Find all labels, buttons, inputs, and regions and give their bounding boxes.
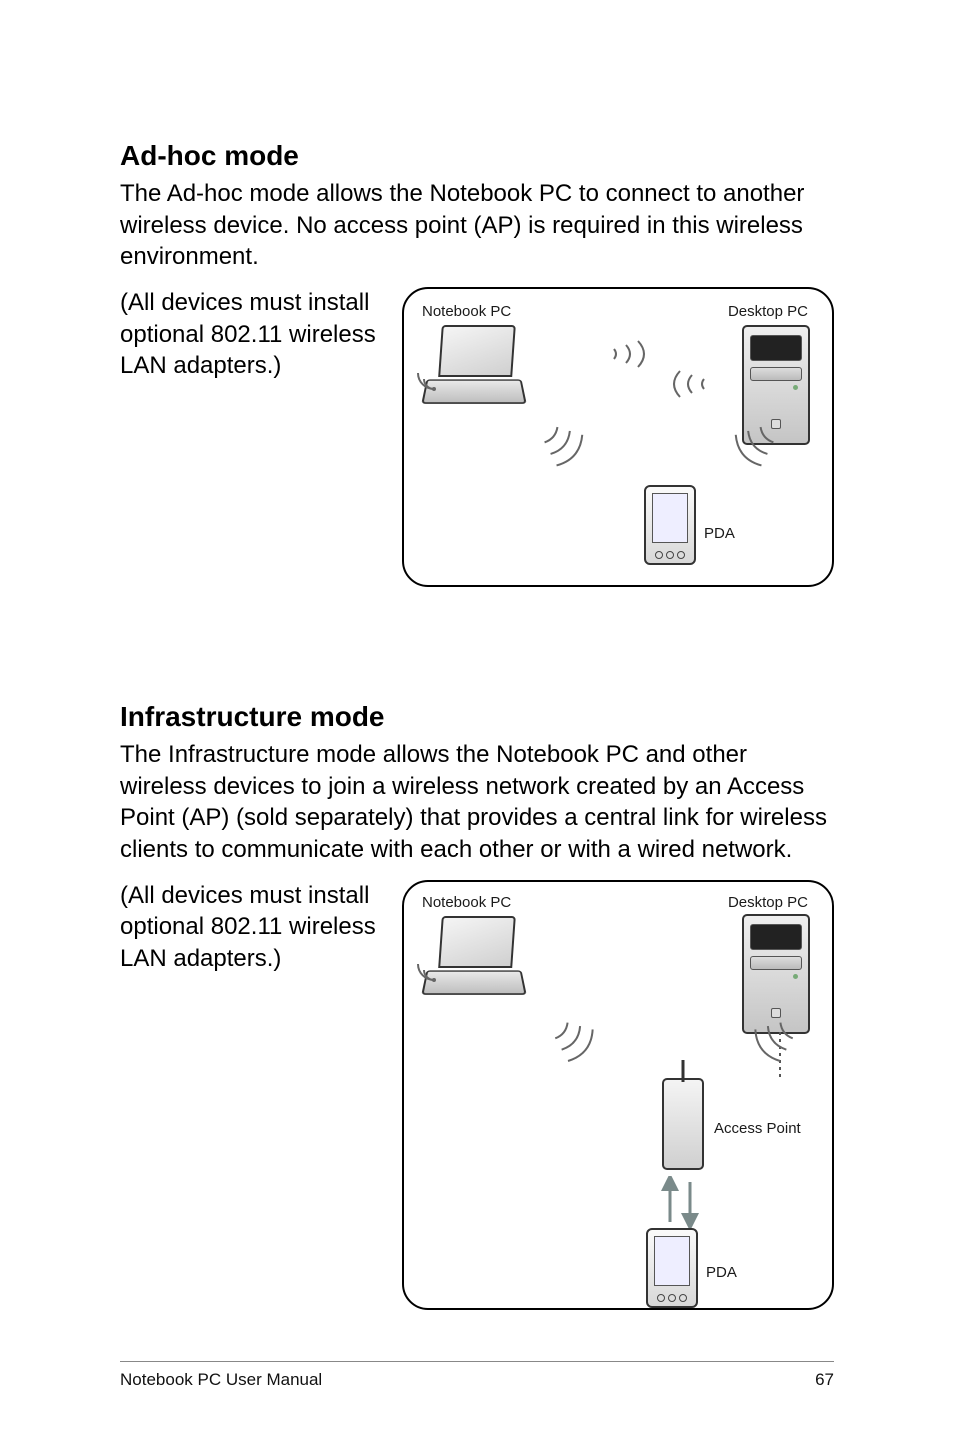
desktop-label: Desktop PC <box>728 894 808 911</box>
infra-row: (All devices must install optional 802.1… <box>120 880 834 1310</box>
adhoc-heading: Ad-hoc mode <box>120 140 834 172</box>
adhoc-side-text: (All devices must install optional 802.1… <box>120 287 388 382</box>
pda-icon <box>644 485 696 565</box>
ap-label: Access Point <box>714 1120 801 1137</box>
footer-left: Notebook PC User Manual <box>120 1370 322 1390</box>
wireless-waves-icon <box>704 419 784 494</box>
access-point-icon <box>662 1078 704 1170</box>
laptop-icon <box>418 916 528 1006</box>
two-way-arrow-icon <box>656 1176 706 1233</box>
adhoc-body: The Ad-hoc mode allows the Notebook PC t… <box>120 178 834 273</box>
infra-body: The Infrastructure mode allows the Noteb… <box>120 739 834 866</box>
pda-label: PDA <box>704 525 735 542</box>
page-footer: Notebook PC User Manual 67 <box>120 1361 834 1390</box>
wireless-waves-icon <box>544 1012 634 1097</box>
infra-heading: Infrastructure mode <box>120 701 834 733</box>
laptop-icon <box>418 325 528 415</box>
notebook-label: Notebook PC <box>422 303 511 320</box>
desktop-label: Desktop PC <box>728 303 808 320</box>
page-number: 67 <box>815 1370 834 1390</box>
infra-diagram: Notebook PC Desktop PC Access Point PDA <box>402 880 834 1310</box>
pda-label: PDA <box>706 1264 737 1281</box>
notebook-label: Notebook PC <box>422 894 511 911</box>
adhoc-row: (All devices must install optional 802.1… <box>120 287 834 587</box>
wireless-waves-icon <box>714 1012 804 1097</box>
pda-icon <box>646 1228 698 1308</box>
adhoc-diagram: Notebook PC Desktop PC PDA <box>402 287 834 587</box>
wireless-waves-icon <box>604 339 714 404</box>
infra-side-text: (All devices must install optional 802.1… <box>120 880 388 975</box>
wireless-waves-icon <box>534 419 614 494</box>
